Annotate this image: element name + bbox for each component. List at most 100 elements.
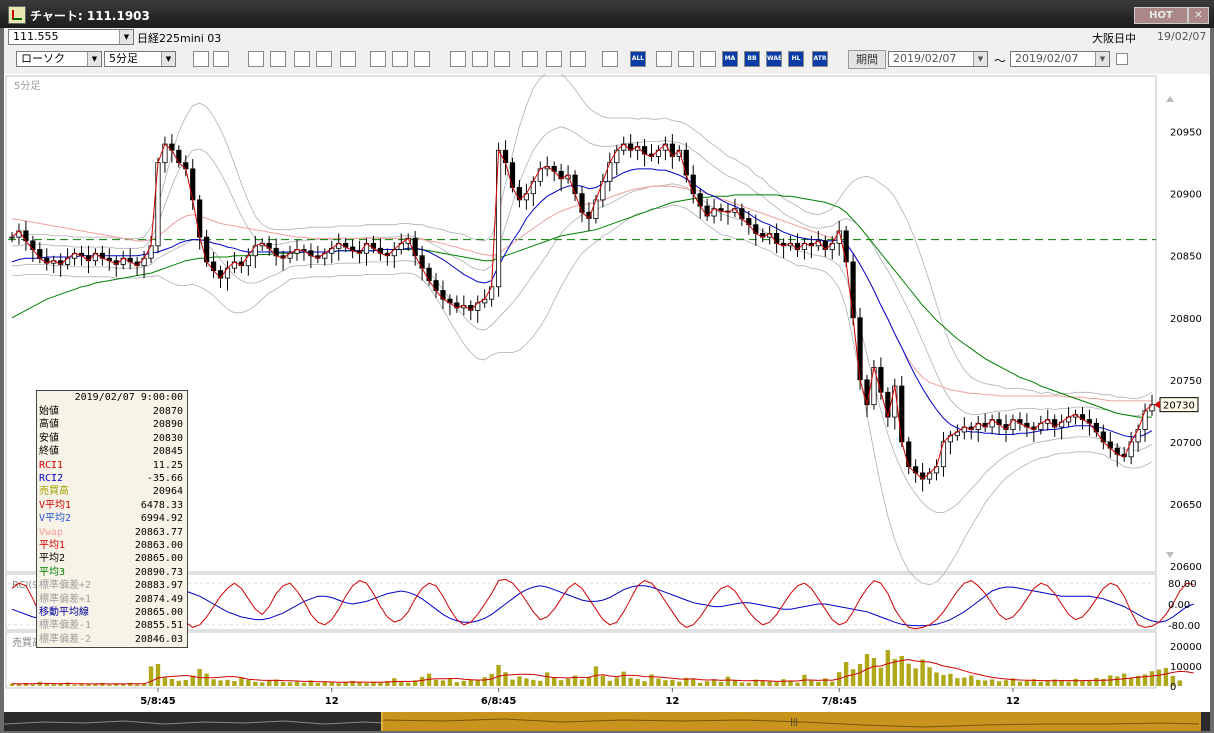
scrollbar-grip-icon[interactable]: |||: [790, 717, 798, 726]
volume-bar: [1163, 668, 1169, 686]
volume-bar: [809, 680, 814, 686]
interval-select[interactable]: 5分足 ▼: [104, 51, 176, 67]
toolbar-atr-icon[interactable]: MA: [722, 51, 738, 67]
volume-bar: [1045, 681, 1050, 686]
volume-bar: [718, 681, 724, 686]
volume-bar: [948, 673, 953, 686]
date-to-value: 2019/02/07: [1015, 52, 1079, 65]
volume-bar: [906, 663, 911, 686]
volume-bar: [253, 681, 258, 686]
price-axis-tick: 20900: [1170, 190, 1202, 201]
toolbar-undo-icon[interactable]: [414, 51, 430, 67]
toolbar-draw-icon[interactable]: [248, 51, 264, 67]
volume-bar: [920, 659, 925, 686]
toolbar-pvt-icon[interactable]: WAE: [766, 51, 782, 67]
symbol-code-select[interactable]: 111.555 ▼: [8, 29, 134, 45]
toolbar-settings-icon[interactable]: ATR: [812, 51, 828, 67]
candle-body: [885, 391, 891, 418]
data-window-row: 平均3 20890.73: [38, 566, 185, 579]
chevron-down-icon[interactable]: ▼: [161, 52, 175, 66]
main-panel-label: 5分足: [14, 80, 40, 92]
chart-area: 5分足RCI(9,26)売買高(6,12,24) 209502090020850…: [4, 71, 1210, 712]
toolbar-table-icon[interactable]: [602, 51, 618, 67]
volume-bar: [704, 681, 710, 686]
period-button[interactable]: 期間: [848, 50, 886, 69]
toolbar-ma-icon[interactable]: ALL: [630, 51, 646, 67]
volume-bar: [433, 679, 439, 686]
chart-type-select[interactable]: ローソク ▼: [16, 51, 102, 67]
data-window-value: 20865.00: [134, 607, 183, 618]
toolbar-brush-icon[interactable]: [546, 51, 562, 67]
calendar-icon[interactable]: ▼: [973, 52, 987, 66]
time-axis-label: 12: [665, 696, 679, 707]
data-window-value: 20870: [152, 406, 183, 417]
volume-bar: [996, 681, 1002, 686]
chevron-down-icon[interactable]: ▼: [119, 30, 133, 44]
chart-scrollbar[interactable]: |||: [4, 712, 1210, 731]
volume-bar: [121, 684, 126, 686]
toolbar-crosshair-icon[interactable]: [213, 51, 229, 67]
toolbar-hl-icon[interactable]: [700, 51, 716, 67]
time-axis-label: 5/8:45: [140, 696, 176, 707]
volume-axis-tick: 0: [1170, 682, 1176, 693]
data-window-value: 20890: [152, 419, 183, 431]
toolbar-alert-icon[interactable]: [340, 51, 356, 67]
data-window-date: 2019/02/07 9:00:00: [74, 392, 183, 403]
toolbar-all-icon[interactable]: [494, 51, 510, 67]
volume-bar: [1080, 680, 1085, 686]
volume-bar: [155, 664, 161, 686]
chevron-down-icon[interactable]: ▼: [87, 52, 101, 66]
toolbar-zoom-icon[interactable]: [193, 51, 209, 67]
toolbar-search-chart-icon[interactable]: [270, 51, 286, 67]
price-axis-tick: 20600: [1170, 562, 1202, 573]
data-window-label: 平均1: [39, 540, 66, 551]
date-range-checkbox[interactable]: [1116, 53, 1128, 65]
toolbar-fib-icon[interactable]: [522, 51, 538, 67]
toolbar-candle-icon[interactable]: [450, 51, 466, 67]
data-window-label: 売買高: [39, 486, 69, 498]
close-icon[interactable]: ✕: [1188, 7, 1209, 24]
toolbar-bb-icon[interactable]: [656, 51, 672, 67]
data-window-row: 標準偏差-1 20855.51: [38, 619, 185, 632]
data-window-row: 標準偏差+2 20883.97: [38, 579, 185, 592]
volume-bar: [329, 682, 334, 686]
toolbar-log-icon[interactable]: HL: [788, 51, 804, 67]
toolbar-grid-icon[interactable]: BB: [744, 51, 760, 67]
data-window-value: 11.25: [152, 459, 183, 471]
volume-bar: [239, 677, 244, 686]
volume-bar: [774, 682, 779, 686]
date-from-value: 2019/02/07: [893, 52, 957, 65]
data-window-label: V平均2: [39, 513, 72, 525]
volume-axis-tick: 10000: [1170, 662, 1202, 673]
calendar-icon[interactable]: ▼: [1095, 52, 1109, 66]
volume-bar: [1128, 678, 1134, 686]
volume-bar: [162, 677, 168, 686]
data-window-value: 20874.49: [134, 593, 183, 605]
toolbar-pen-icon[interactable]: [370, 51, 386, 67]
volume-bar: [419, 676, 425, 686]
volume-bar: [176, 680, 182, 686]
toolbar-wae-icon[interactable]: [678, 51, 694, 67]
toolbar-compare-icon[interactable]: [316, 51, 332, 67]
data-window-label: 高値: [39, 419, 59, 431]
data-window-row: 始値 20870: [38, 405, 185, 418]
data-window-value: 20863.77: [134, 526, 183, 538]
volume-bar: [1017, 681, 1023, 686]
volume-bar: [183, 680, 188, 686]
toolbar-palette-icon[interactable]: [570, 51, 586, 67]
date-to-field[interactable]: 2019/02/07 ▼: [1010, 51, 1110, 67]
overview-sparkline: [4, 720, 384, 725]
volume-bar: [649, 674, 654, 686]
volume-bar: [294, 681, 300, 686]
date-from-field[interactable]: 2019/02/07 ▼: [888, 51, 988, 67]
toolbar-cursor-icon[interactable]: [392, 51, 408, 67]
toolbar-bar-chart-icon[interactable]: [294, 51, 310, 67]
volume-bar: [475, 680, 480, 686]
data-window: 2019/02/07 9:00:00 始値 20870 高値 20890 安値 20830…: [36, 390, 188, 648]
volume-bar: [364, 683, 369, 686]
volume-bar: [565, 678, 571, 686]
toolbar-bar-icon[interactable]: [472, 51, 488, 67]
volume-bar: [301, 682, 307, 686]
volume-bar: [982, 680, 988, 686]
hot-button[interactable]: HOT: [1134, 7, 1188, 24]
